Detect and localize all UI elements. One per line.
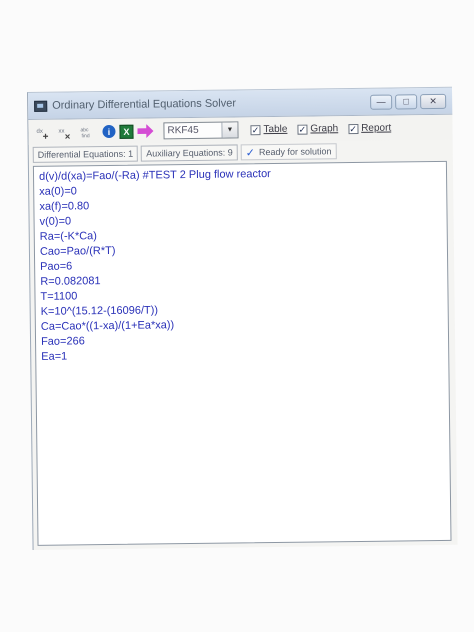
solver-method-select[interactable]: RKF45 ▼ — [163, 121, 239, 140]
ready-status: ✓ Ready for solution — [240, 143, 337, 161]
table-option[interactable]: ✓ Table — [250, 124, 287, 135]
screen: Ordinary Differential Equations Solver —… — [0, 0, 474, 632]
table-checkbox[interactable]: ✓ — [250, 124, 261, 135]
maximize-button[interactable]: □ — [395, 93, 418, 110]
chevron-down-icon[interactable]: ▼ — [221, 122, 238, 138]
table-label: Table — [263, 123, 288, 136]
solver-method-value: RKF45 — [167, 124, 199, 137]
find-icon[interactable]: abc find — [78, 123, 96, 141]
minimize-button[interactable]: — — [370, 94, 393, 110]
svg-text:xx: xx — [58, 128, 64, 134]
delete-equation-icon[interactable]: xx — [56, 123, 74, 141]
graph-checkbox[interactable]: ✓ — [297, 124, 308, 135]
report-option[interactable]: ✓ Report — [348, 123, 391, 135]
window-title: Ordinary Differential Equations Solver — [52, 97, 237, 112]
window-controls: — □ ✕ — [370, 93, 447, 110]
check-icon: ✓ — [245, 146, 256, 159]
solve-arrow-icon[interactable] — [137, 124, 153, 138]
excel-icon[interactable]: X — [119, 124, 134, 139]
graph-label: Graph — [310, 123, 339, 135]
report-label: Report — [361, 122, 392, 134]
equation-editor[interactable]: d(v)/d(xa)=Fao/(-Ra) #TEST 2 Plug flow r… — [32, 160, 452, 546]
differential-equations-count[interactable]: Differential Equations: 1 — [32, 145, 139, 163]
app-icon — [34, 100, 48, 112]
ode-solver-window: Ordinary Differential Equations Solver —… — [27, 86, 458, 550]
graph-option[interactable]: ✓ Graph — [297, 123, 339, 135]
svg-text:dx: dx — [36, 128, 42, 134]
ready-status-text: Ready for solution — [258, 146, 332, 158]
svg-text:find: find — [82, 133, 90, 139]
close-button[interactable]: ✕ — [420, 93, 447, 109]
auxiliary-equations-count[interactable]: Auxiliary Equations: 9 — [141, 144, 238, 162]
info-icon[interactable]: i — [102, 124, 116, 139]
report-checkbox[interactable]: ✓ — [348, 123, 359, 134]
add-equation-icon[interactable]: dx — [34, 123, 52, 141]
